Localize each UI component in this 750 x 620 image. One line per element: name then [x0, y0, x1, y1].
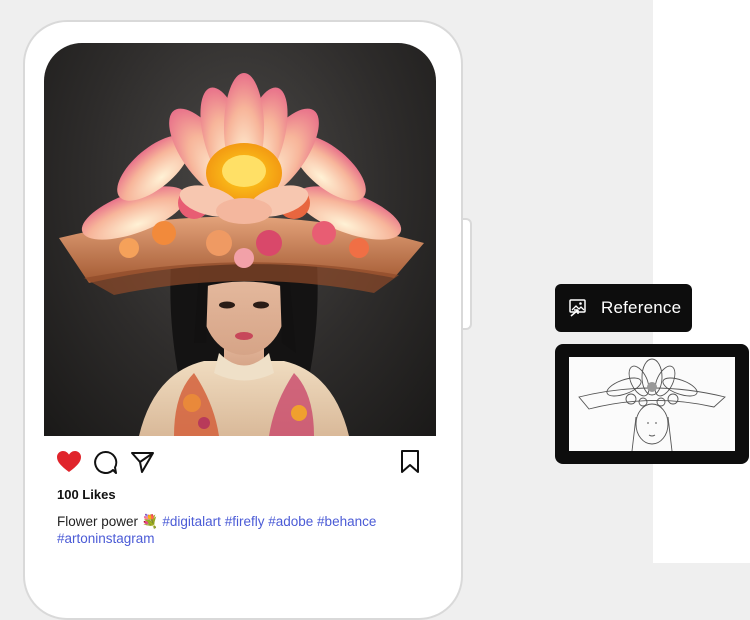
- right-background-strip: [653, 0, 750, 563]
- reference-button[interactable]: Reference: [555, 284, 692, 332]
- comment-icon[interactable]: [93, 450, 118, 475]
- post-image[interactable]: [44, 43, 436, 436]
- caption-text: Flower power: [57, 514, 139, 529]
- phone-side-button: [463, 218, 472, 330]
- image-reference-icon: [569, 299, 586, 317]
- bookmark-icon[interactable]: [399, 449, 421, 474]
- hashtag-adobe[interactable]: #adobe: [268, 514, 313, 529]
- send-icon[interactable]: [130, 450, 155, 474]
- reference-label: Reference: [601, 298, 682, 317]
- likes-count[interactable]: 100 Likes: [57, 487, 116, 502]
- bouquet-emoji: 💐: [141, 514, 159, 529]
- hashtag-artoninstagram[interactable]: #artoninstagram: [57, 531, 155, 546]
- hashtag-digitalart[interactable]: #digitalart: [162, 514, 221, 529]
- hashtag-firefly[interactable]: #firefly: [225, 514, 265, 529]
- reference-thumbnail[interactable]: [555, 344, 749, 464]
- hashtag-behance[interactable]: #behance: [317, 514, 376, 529]
- reference-sketch-image: [569, 357, 735, 451]
- heart-icon[interactable]: [56, 450, 82, 474]
- post-caption: Flower power 💐 #digitalart #firefly #ado…: [57, 513, 427, 547]
